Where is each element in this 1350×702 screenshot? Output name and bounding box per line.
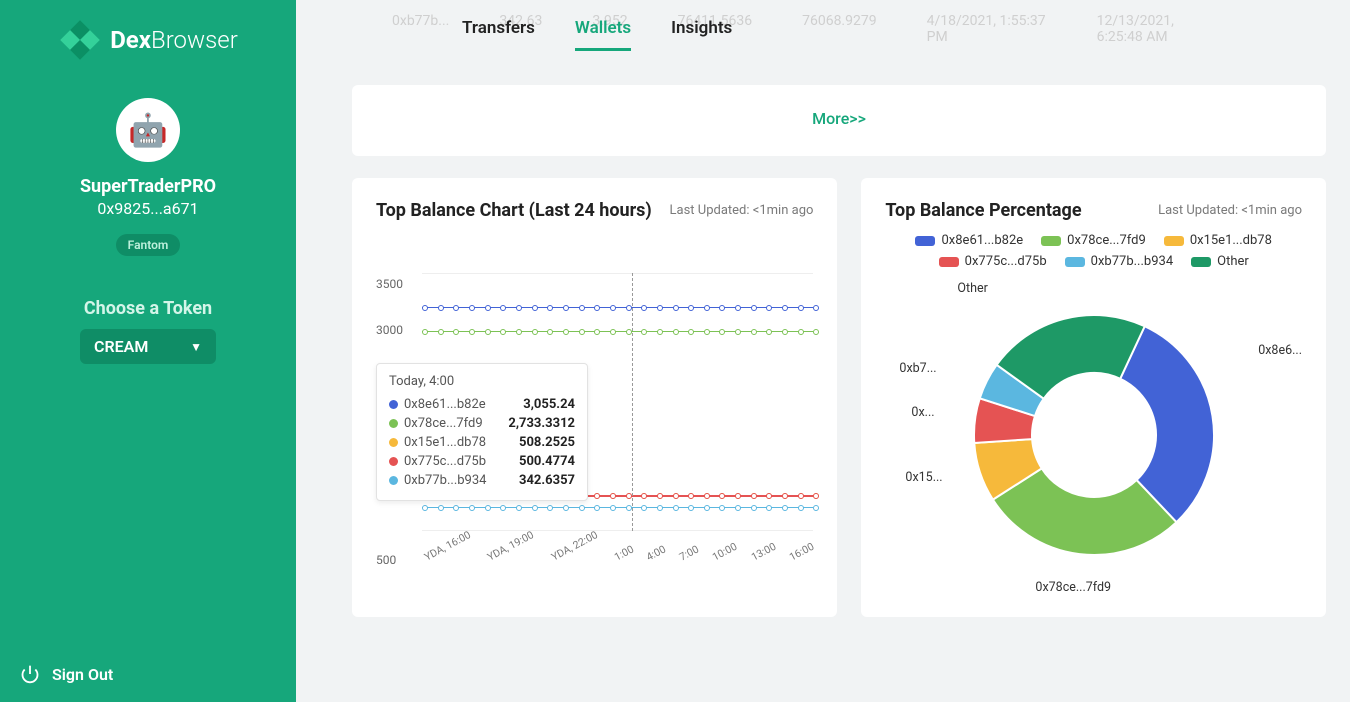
chain-badge[interactable]: Fantom (116, 234, 181, 256)
pie-legend: 0x8e61...b82e 0x78ce...7fd9 0x15e1...db78 0… (885, 233, 1302, 269)
legend-item[interactable]: 0x8e61...b82e (915, 233, 1023, 248)
slice-label: 0x15... (905, 470, 942, 485)
tab-insights[interactable]: Insights (671, 18, 732, 51)
donut-chart[interactable]: Other 0x8e6... 0x78ce...7fd9 0x15... 0x.… (885, 275, 1302, 595)
wallet-address: 0x9825...a671 (0, 199, 296, 218)
card-updated: Last Updated: <1min ago (1158, 203, 1302, 218)
table-card: More>> (352, 85, 1326, 156)
card-updated: Last Updated: <1min ago (670, 203, 814, 218)
line-chart[interactable]: 3500 3000 500 Today, 4:00 0x8e61...b82e3… (376, 231, 813, 571)
legend-item[interactable]: 0x78ce...7fd9 (1041, 233, 1146, 248)
logo-text: DexBrowser (110, 26, 238, 54)
balance-chart-card: Top Balance Chart (Last 24 hours) Last U… (352, 178, 837, 617)
main: Transfers Wallets Insights 0xb77b...342.… (296, 0, 1350, 702)
signout-label: Sign Out (52, 665, 113, 684)
slice-label: 0xb7... (899, 361, 936, 376)
slice-label: 0x8e6... (1258, 343, 1302, 358)
token-select[interactable]: CREAM ▼ (80, 329, 216, 364)
choose-label: Choose a Token (0, 298, 296, 319)
tooltip-title: Today, 4:00 (389, 374, 575, 389)
slice-label: 0x78ce...7fd9 (1035, 580, 1111, 595)
tabs: Transfers Wallets Insights (352, 0, 1326, 51)
slice-label: 0x... (911, 405, 934, 420)
balance-pie-card: Top Balance Percentage Last Updated: <1m… (861, 178, 1326, 617)
legend-item[interactable]: 0x775c...d75b (939, 254, 1047, 269)
x-axis: YDA, 16:00YDA, 19:00YDA, 22:001:004:007:… (422, 552, 813, 565)
sidebar: DexBrowser 🤖 SuperTraderPRO 0x9825...a67… (0, 0, 296, 702)
legend-item[interactable]: 0xb77b...b934 (1065, 254, 1173, 269)
crosshair (632, 273, 633, 531)
legend-item[interactable]: 0x15e1...db78 (1164, 233, 1272, 248)
more-link[interactable]: More>> (812, 109, 866, 128)
logo-icon (58, 18, 102, 62)
card-title: Top Balance Percentage (885, 200, 1081, 221)
tab-wallets[interactable]: Wallets (575, 18, 631, 51)
token-value: CREAM (94, 337, 148, 356)
signout-button[interactable]: Sign Out (0, 646, 296, 702)
avatar[interactable]: 🤖 (116, 98, 180, 162)
tab-transfers[interactable]: Transfers (462, 18, 535, 51)
power-icon (20, 664, 40, 684)
card-title: Top Balance Chart (Last 24 hours) (376, 200, 652, 221)
chevron-down-icon: ▼ (190, 340, 202, 354)
username: SuperTraderPRO (0, 176, 296, 197)
chart-tooltip: Today, 4:00 0x8e61...b82e3,055.240x78ce.… (376, 363, 588, 501)
profile: 🤖 SuperTraderPRO 0x9825...a671 Fantom (0, 98, 296, 256)
slice-label: Other (957, 281, 987, 296)
choose-token-section: Choose a Token CREAM ▼ (0, 298, 296, 364)
legend-item[interactable]: Other (1191, 254, 1249, 269)
logo: DexBrowser (0, 18, 296, 62)
